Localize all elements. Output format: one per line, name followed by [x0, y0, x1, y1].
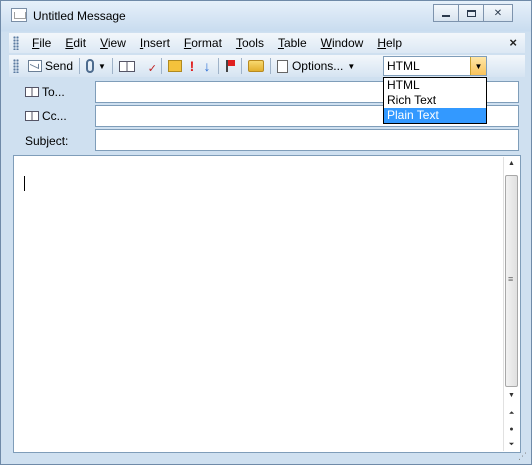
toolbar-separator — [217, 58, 219, 74]
options-label: Options... — [291, 59, 344, 73]
toolbar-grip-icon[interactable] — [13, 59, 19, 73]
scroll-down-icon[interactable]: ▼ — [504, 389, 519, 403]
insert-item-icon — [167, 60, 182, 72]
address-book-icon — [25, 111, 39, 121]
message-format-select[interactable]: HTML ▼ — [383, 56, 487, 76]
close-icon: ✕ — [493, 7, 503, 19]
select-browse-object-icon[interactable]: ● — [504, 423, 519, 437]
subject-field[interactable] — [95, 129, 519, 151]
options-dropdown-icon[interactable]: ▼ — [347, 62, 355, 71]
attach-dropdown-icon[interactable]: ▼ — [98, 62, 106, 71]
send-button[interactable]: Send — [25, 56, 76, 76]
format-dropdown-list: HTML Rich Text Plain Text — [383, 77, 487, 124]
paperclip-icon — [86, 59, 95, 73]
toolbar-separator — [111, 58, 113, 74]
check-names-button[interactable] — [138, 56, 158, 76]
toolbar-separator — [79, 58, 81, 74]
to-label: To... — [42, 85, 65, 99]
format-selected-value: HTML — [387, 59, 420, 73]
permission-icon — [247, 60, 264, 72]
high-importance-button[interactable]: ! — [185, 56, 199, 76]
menu-edit[interactable]: Edit — [58, 36, 93, 50]
menu-table[interactable]: Table — [271, 36, 314, 50]
next-page-icon[interactable]: ⏷ — [504, 438, 519, 452]
scroll-thumb[interactable] — [505, 175, 518, 387]
insert-item-button[interactable] — [165, 56, 185, 76]
chevron-down-icon[interactable]: ▼ — [470, 57, 486, 75]
message-window: Untitled Message ✕ File Edit View Insert… — [0, 0, 532, 465]
cc-row: Cc... — [17, 105, 93, 127]
to-button[interactable]: To... — [17, 82, 93, 102]
permission-button[interactable] — [245, 56, 267, 76]
options-button[interactable]: Options... ▼ — [274, 56, 358, 76]
send-envelope-icon — [28, 60, 42, 72]
menubar-grip-icon[interactable] — [13, 36, 19, 50]
address-book-icon — [25, 87, 39, 97]
menu-bar: File Edit View Insert Format Tools Table… — [9, 33, 525, 53]
address-book-button[interactable] — [116, 56, 138, 76]
message-body-editor[interactable]: ▲ ▼ ⏶ ● ⏷ — [13, 155, 521, 453]
toolbar-separator — [160, 58, 162, 74]
follow-up-flag-button[interactable] — [222, 56, 238, 76]
low-importance-icon: ↓ — [203, 58, 211, 74]
low-importance-button[interactable]: ↓ — [199, 56, 215, 76]
format-option-rich-text[interactable]: Rich Text — [384, 93, 486, 108]
format-option-plain-text[interactable]: Plain Text — [384, 108, 486, 123]
address-book-icon — [118, 60, 135, 72]
high-importance-icon: ! — [189, 58, 195, 74]
resize-grip-icon[interactable]: ⋰ — [518, 451, 527, 462]
to-row: To... — [17, 81, 93, 103]
menu-view[interactable]: View — [93, 36, 133, 50]
maximize-icon — [466, 9, 476, 17]
send-label: Send — [45, 59, 74, 73]
cc-label: Cc... — [42, 109, 67, 123]
menu-window[interactable]: Window — [314, 36, 371, 50]
check-names-icon — [141, 60, 157, 75]
cc-button[interactable]: Cc... — [17, 106, 93, 126]
previous-page-icon[interactable]: ⏶ — [504, 407, 519, 421]
menu-insert[interactable]: Insert — [133, 36, 177, 50]
menu-format[interactable]: Format — [177, 36, 229, 50]
toolbar-separator — [240, 58, 242, 74]
scroll-up-icon[interactable]: ▲ — [504, 157, 519, 171]
menu-help[interactable]: Help — [370, 36, 409, 50]
options-icon — [276, 59, 288, 73]
vertical-scrollbar[interactable]: ▲ ▼ ⏶ ● ⏷ — [503, 157, 519, 451]
title-bar: Untitled Message ✕ — [1, 1, 531, 31]
text-cursor — [24, 176, 25, 191]
menubar-close-icon[interactable]: × — [509, 35, 517, 50]
window-title: Untitled Message — [33, 9, 126, 23]
minimize-button[interactable] — [433, 4, 459, 22]
maximize-button[interactable] — [458, 4, 484, 22]
minimize-icon — [442, 15, 450, 17]
menu-tools[interactable]: Tools — [229, 36, 271, 50]
toolbar-separator — [269, 58, 271, 74]
subject-label: Subject: — [25, 134, 69, 148]
window-controls: ✕ — [433, 4, 513, 22]
attach-file-button[interactable]: ▼ — [83, 56, 109, 76]
format-option-html[interactable]: HTML — [384, 78, 486, 93]
message-icon — [11, 8, 27, 22]
menu-file[interactable]: File — [25, 36, 58, 50]
close-button[interactable]: ✕ — [483, 4, 513, 22]
follow-up-flag-icon — [225, 60, 235, 72]
